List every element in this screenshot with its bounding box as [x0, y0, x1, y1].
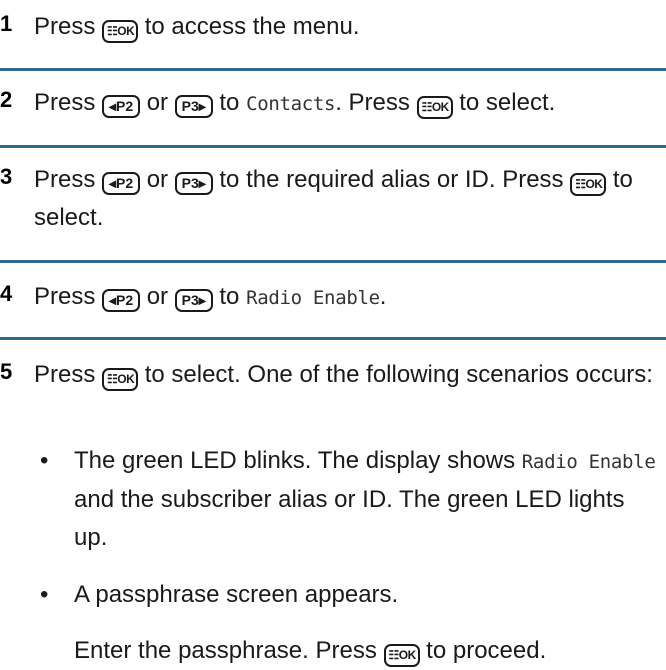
step-text: Press ◂P2 or P3▸ to Radio Enable.: [34, 278, 664, 317]
step-5: 5 Press ☷OK to select. One of the follow…: [0, 356, 666, 667]
step-text-part: A passphrase screen appears.: [74, 581, 399, 608]
step-text-part: to access the menu.: [144, 13, 360, 40]
list-item-text: A passphrase screen appears.: [74, 576, 664, 614]
ok-key-icon: ☷OK: [383, 644, 420, 667]
bullet-marker: •: [40, 581, 49, 608]
ok-key-icon: ☷OK: [416, 96, 453, 119]
step-text-part: Press: [34, 361, 96, 388]
bullet-marker: •: [40, 447, 49, 474]
p2-key-icon: ◂P2: [102, 172, 141, 195]
p3-key-icon: P3▸: [174, 172, 213, 195]
step-text-part: The green LED blinks. The display shows: [74, 447, 516, 474]
step-text-part: . Press: [335, 89, 410, 116]
step-text-part: to select. One of the following scenario…: [144, 361, 653, 388]
step-text-part: Press: [34, 89, 96, 116]
step-text-part: or: [146, 283, 169, 310]
step-divider: [0, 337, 666, 340]
step-text: Press ◂P2 or P3▸ to Contacts. Press ☷OK …: [34, 84, 664, 123]
step-text-part: and the subscriber alias or ID. The gree…: [74, 486, 625, 551]
step-text-part: to the required alias or ID. Press: [219, 166, 564, 193]
step-text-part: Enter the passphrase. Press: [74, 637, 377, 664]
step-divider: [0, 68, 666, 71]
step-number: 4: [0, 281, 13, 306]
step-text-part: Press: [34, 283, 96, 310]
ok-key-icon: ☷OK: [102, 368, 139, 391]
step-text: Press ☷OK to select. One of the followin…: [34, 356, 664, 394]
step-text: Press ☷OK to access the menu.: [34, 8, 664, 46]
menu-item-contacts: Contacts: [246, 93, 336, 115]
step-1: 1 Press ☷OK to access the menu.: [0, 8, 666, 48]
step-2: 2 Press ◂P2 or P3▸ to Contacts. Press ☷O…: [0, 84, 666, 124]
step-divider: [0, 145, 666, 148]
p2-key-icon: ◂P2: [102, 95, 141, 118]
step-4: 4 Press ◂P2 or P3▸ to Radio Enable.: [0, 278, 666, 318]
step-text: Press ◂P2 or P3▸ to the required alias o…: [34, 161, 664, 237]
step-text-part: .: [379, 283, 387, 310]
step-text-part: Press: [34, 166, 96, 193]
step-text-part: to select.: [459, 89, 556, 116]
ok-key-icon: ☷OK: [102, 20, 139, 43]
step-divider: [0, 260, 666, 263]
p3-key-icon: P3▸: [174, 95, 213, 118]
menu-item-radio-enable: Radio Enable: [246, 287, 380, 309]
step-text-part: to: [219, 283, 240, 310]
step-text-part: or: [146, 166, 169, 193]
display-text-radio-enable: Radio Enable: [521, 451, 656, 473]
step-text-part: to: [219, 89, 240, 116]
ok-key-icon: ☷OK: [570, 173, 607, 196]
p3-key-icon: P3▸: [174, 289, 213, 312]
step-text-part: or: [146, 89, 169, 116]
p2-key-icon: ◂P2: [102, 289, 141, 312]
list-item-follow-up: Enter the passphrase. Press ☷OK to proce…: [74, 632, 664, 670]
list-item-text: The green LED blinks. The display shows …: [74, 442, 664, 557]
step-number: 1: [0, 11, 13, 36]
step-text-part: to proceed.: [426, 637, 547, 664]
step-number: 5: [0, 359, 13, 384]
step-number: 2: [0, 87, 13, 112]
step-3: 3 Press ◂P2 or P3▸ to the required alias…: [0, 161, 666, 241]
step-number: 3: [0, 164, 13, 189]
step-text-part: Press: [34, 13, 96, 40]
